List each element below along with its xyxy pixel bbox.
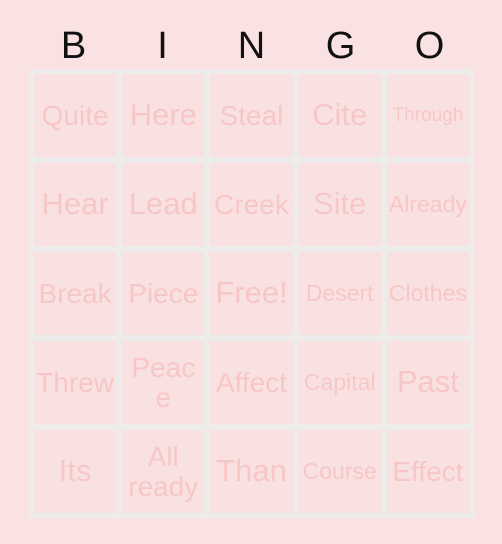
bingo-cell[interactable]: Already [386, 163, 469, 246]
bingo-cell-label: Threw [36, 366, 114, 398]
bingo-cell-label: Through [392, 104, 464, 126]
bingo-cell-label: Its [58, 453, 92, 489]
bingo-card: B I N G O Quite Here Steal Cite Through … [0, 0, 502, 544]
bingo-grid: Quite Here Steal Cite Through Hear Lead … [29, 69, 474, 518]
bingo-cell[interactable]: Break [34, 252, 117, 335]
bingo-cell[interactable]: Steal [210, 74, 293, 157]
bingo-cell[interactable]: Hear [34, 163, 117, 246]
bingo-cell[interactable]: Peace [122, 341, 205, 424]
bingo-cell[interactable]: All ready [122, 430, 205, 513]
bingo-cell[interactable]: Here [122, 74, 205, 157]
bingo-cell[interactable]: Threw [34, 341, 117, 424]
bingo-cell-label: Here [129, 97, 197, 133]
bingo-cell-label: Peace [131, 352, 196, 413]
bingo-cell-free-space[interactable]: Free! [210, 252, 293, 335]
bingo-cell[interactable]: Creek [210, 163, 293, 246]
bingo-cell-label: Already [388, 191, 467, 218]
bingo-cell[interactable]: Cite [298, 74, 381, 157]
bingo-cell[interactable]: Effect [386, 430, 469, 513]
bingo-cell[interactable]: Site [298, 163, 381, 246]
bingo-cell-label: Than [216, 453, 287, 489]
bingo-cell[interactable]: Clothes [386, 252, 469, 335]
bingo-cell-label: Course [302, 458, 377, 485]
bingo-cell-label: Effect [392, 455, 464, 487]
bingo-cell-label: Piece [128, 277, 199, 309]
bingo-cell-label: Quite [41, 99, 109, 131]
bingo-cell-label: Hear [41, 186, 109, 222]
bingo-cell-label: Lead [128, 186, 198, 222]
bingo-cell-label: Desert [305, 280, 374, 307]
bingo-cell[interactable]: Lead [122, 163, 205, 246]
bingo-header-letter-n: N [237, 24, 266, 67]
bingo-cell-label: Creek [214, 188, 289, 220]
bingo-cell[interactable]: Past [386, 341, 469, 424]
bingo-cell[interactable]: Desert [298, 252, 381, 335]
bingo-header-letter-g: G [325, 24, 356, 67]
bingo-cell-label: Past [396, 364, 459, 400]
bingo-cell-label: Steal [219, 99, 284, 131]
bingo-cell-label: Affect [215, 366, 288, 398]
bingo-cell-label: Capital [303, 369, 376, 396]
bingo-cell-label: Site [312, 186, 367, 222]
bingo-cell[interactable]: Its [34, 430, 117, 513]
bingo-header-row: B I N G O [29, 22, 474, 69]
bingo-cell[interactable]: Through [386, 74, 469, 157]
bingo-cell-label: Cite [312, 97, 368, 133]
bingo-cell-label: Clothes [388, 280, 467, 307]
bingo-cell[interactable]: Than [210, 430, 293, 513]
bingo-cell-label: Break [38, 277, 112, 309]
bingo-cell[interactable]: Capital [298, 341, 381, 424]
bingo-cell-label: Free! [215, 275, 288, 311]
bingo-cell[interactable]: Course [298, 430, 381, 513]
bingo-header-letter-i: I [157, 24, 168, 67]
bingo-cell[interactable]: Quite [34, 74, 117, 157]
bingo-cell-label: All ready [128, 441, 199, 502]
bingo-header-letter-b: B [60, 24, 87, 67]
bingo-cell[interactable]: Affect [210, 341, 293, 424]
bingo-header-letter-o: O [414, 24, 445, 67]
bingo-cell[interactable]: Piece [122, 252, 205, 335]
